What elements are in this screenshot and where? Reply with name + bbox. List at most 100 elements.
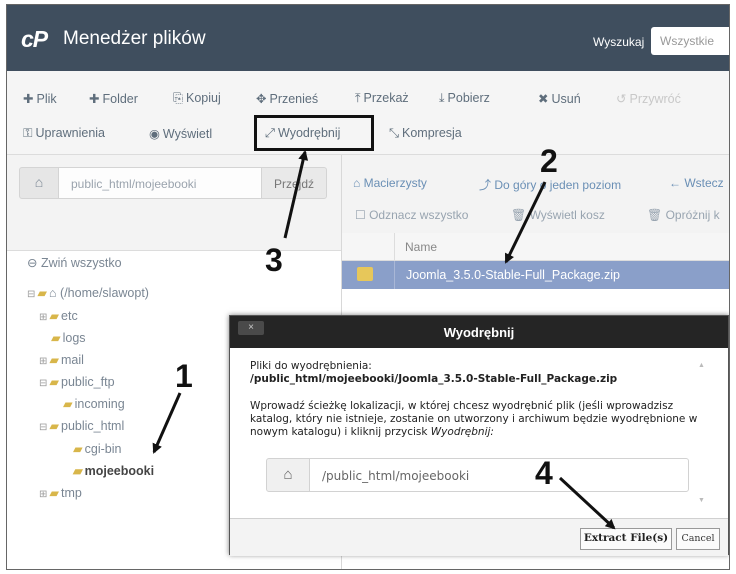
view-label: Wyświetl: [162, 127, 213, 141]
screenshot-frame: cP Menedżer plików Wyszukaj Wszystkie ✚ P…: [6, 4, 730, 570]
file-toolbar: ✚ Plik ✚ Folder ⎘ Kopiuj ✥ Przenieś ⤒ Przekaż…: [7, 71, 729, 155]
plus-icon: ✚: [23, 92, 34, 106]
level-up-icon: ⤴: [479, 178, 495, 192]
folder-icon: ▰: [49, 353, 60, 367]
upload-button[interactable]: ⤒ Przekaż: [355, 91, 409, 106]
upload-icon: ⤒: [355, 91, 361, 105]
search-label: Wyszukaj: [593, 35, 645, 49]
path-input[interactable]: public_html/mojeebooki: [58, 167, 262, 199]
empty-trash-label: Opróżnij k: [665, 208, 720, 222]
tree-item-incoming[interactable]: ▰ incoming: [63, 396, 125, 411]
tree-item-logs[interactable]: ▰ logs: [51, 330, 86, 345]
close-icon: ✖: [538, 92, 549, 106]
up-level-label: Do góry o jeden poziom: [494, 178, 622, 192]
home-icon[interactable]: ⌂: [19, 167, 59, 199]
tree-item-label: public_html: [61, 419, 125, 433]
folder-open-icon: ▰: [37, 286, 48, 300]
move-label: Przenieś: [269, 92, 319, 106]
tree-item-label: mail: [61, 353, 84, 367]
tree-item-etc[interactable]: ⊞ ▰ etc: [39, 308, 78, 323]
folder-icon: ▰: [63, 397, 73, 411]
scroll-down-icon[interactable]: ▼: [698, 497, 705, 504]
download-label: Pobierz: [447, 91, 490, 105]
tree-item-cgi-bin[interactable]: ▰ cgi-bin: [73, 441, 121, 456]
tree-item-public-ftp[interactable]: ⊟ ▰ public_ftp: [39, 374, 115, 389]
move-button[interactable]: ✥ Przenieś: [256, 91, 318, 106]
delete-button[interactable]: ✖ Usuń: [538, 91, 581, 106]
trash-icon: 🗑: [511, 208, 530, 222]
column-divider: [394, 261, 395, 289]
tree-item-mail[interactable]: ⊞ ▰ mail: [39, 352, 84, 367]
view-trash-link[interactable]: 🗑 Wyświetl kosz: [511, 208, 605, 222]
dialog-body: Pliki do wyodrębnienia: /public_html/moj…: [250, 360, 698, 439]
new-file-button[interactable]: ✚ Plik: [23, 91, 57, 106]
permissions-button[interactable]: ⚿ Uprawnienia: [23, 126, 105, 141]
view-trash-label: Wyświetl kosz: [529, 208, 605, 222]
tree-item-root[interactable]: ⊟ ▰ ⌂ (/home/slawopt): [27, 285, 149, 300]
home-icon: ⌂: [49, 286, 61, 300]
new-folder-button[interactable]: ✚ Folder: [89, 91, 138, 106]
restore-label: Przywróć: [629, 92, 681, 106]
download-button[interactable]: ⤓ Pobierz: [439, 91, 490, 106]
collapse-all-link[interactable]: ⊖ Zwiń wszystko: [27, 255, 122, 270]
collapse-toggle-icon[interactable]: ⊟: [27, 289, 35, 300]
upload-label: Przekaż: [363, 91, 409, 105]
collapse-all-label: Zwiń wszystko: [40, 256, 122, 270]
home-nav-label: Macierzysty: [363, 176, 427, 190]
home-icon: ⌂: [353, 176, 364, 190]
instructions: Wprowadź ścieżkę lokalizacji, w której c…: [250, 400, 698, 439]
name-column-header[interactable]: Name: [405, 240, 437, 254]
cancel-button[interactable]: Cancel: [676, 528, 720, 550]
collapse-toggle-icon[interactable]: ⊟: [39, 378, 47, 389]
folder-icon: ▰: [51, 331, 61, 345]
copy-icon: ⎘: [173, 91, 184, 105]
folder-icon: ▰: [73, 464, 83, 478]
download-icon: ⤓: [439, 91, 445, 105]
dialog-footer: Extract File(s) Cancel: [230, 518, 728, 556]
expand-toggle-icon[interactable]: ⊞: [39, 356, 47, 367]
top-bar: cP Menedżer plików Wyszukaj Wszystkie: [7, 5, 729, 71]
scroll-up-icon[interactable]: ▲: [698, 362, 705, 369]
tree-item-label: tmp: [61, 486, 82, 500]
tree-root-label: (/home/slawopt): [60, 286, 149, 300]
back-link[interactable]: ← Wstecz: [669, 176, 724, 190]
permissions-label: Uprawnienia: [35, 126, 105, 140]
search-scope-select[interactable]: Wszystkie: [651, 27, 729, 55]
tree-item-label: logs: [62, 331, 86, 345]
column-divider: [394, 233, 395, 261]
tree-item-public-html[interactable]: ⊟ ▰ public_html: [39, 418, 124, 433]
extract-highlight-box: [254, 115, 374, 151]
tree-item-tmp[interactable]: ⊞ ▰ tmp: [39, 485, 82, 500]
collapse-icon: ⊖: [27, 256, 41, 270]
file-name[interactable]: Joomla_3.5.0-Stable-Full_Package.zip: [406, 268, 620, 282]
undo-icon: ↺: [616, 92, 627, 106]
folder-open-icon: ▰: [49, 375, 60, 389]
empty-trash-link[interactable]: 🗑 Opróżnij k: [647, 208, 720, 222]
table-row[interactable]: Joomla_3.5.0-Stable-Full_Package.zip: [342, 261, 729, 289]
new-folder-label: Folder: [102, 92, 138, 106]
folder-icon: ▰: [73, 442, 83, 456]
cpanel-logo[interactable]: cP: [21, 26, 48, 53]
checkbox-icon: ☐: [355, 208, 370, 222]
file-path: /public_html/mojeebooki/Joomla_3.5.0-Sta…: [250, 373, 618, 385]
restore-button[interactable]: ↺ Przywróć: [616, 91, 681, 106]
go-button[interactable]: Przejdź: [261, 167, 327, 199]
compress-button[interactable]: ⤡ Kompresja: [389, 126, 462, 141]
deselect-all-link[interactable]: ☐ Odznacz wszystko: [355, 208, 468, 222]
expand-toggle-icon[interactable]: ⊞: [39, 489, 47, 500]
tree-item-label: incoming: [74, 397, 125, 411]
dialog-scrollbar[interactable]: ▲ ▼: [698, 360, 706, 504]
copy-button[interactable]: ⎘ Kopiuj: [173, 91, 221, 106]
extract-dialog: × Wyodrębnij Pliki do wyodrębnienia: /pu…: [229, 315, 729, 556]
extract-path-input[interactable]: /public_html/mojeebooki: [309, 458, 689, 492]
extract-files-button[interactable]: Extract File(s): [580, 528, 672, 550]
home-nav-link[interactable]: ⌂ Macierzysty: [353, 176, 427, 190]
folder-open-icon: ▰: [49, 419, 60, 433]
move-icon: ✥: [256, 92, 267, 106]
collapse-toggle-icon[interactable]: ⊟: [39, 422, 47, 433]
tree-item-mojeebooki[interactable]: ▰ mojeebooki: [73, 463, 154, 478]
home-icon: ⌂: [266, 458, 310, 492]
expand-toggle-icon[interactable]: ⊞: [39, 312, 47, 323]
compress-label: Kompresja: [402, 126, 462, 140]
view-button[interactable]: ◉ Wyświetl: [149, 126, 212, 141]
